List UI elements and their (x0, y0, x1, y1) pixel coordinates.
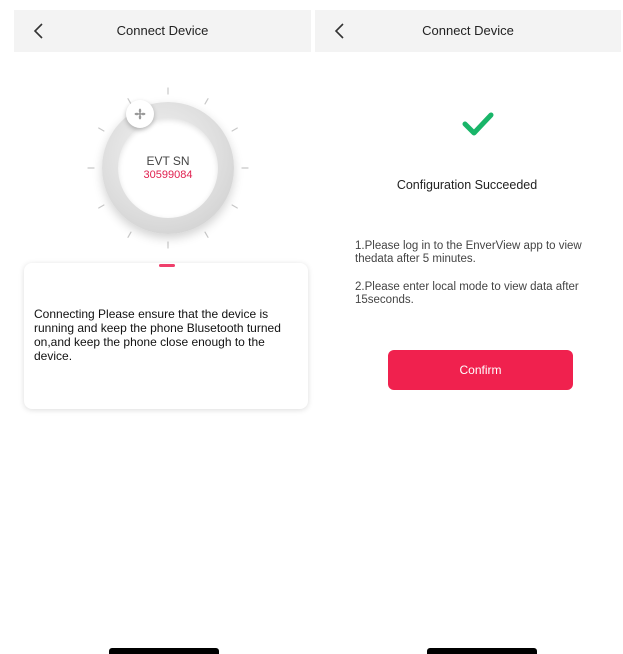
success-title: Configuration Succeeded (396, 178, 538, 192)
confirm-button[interactable]: Confirm (388, 350, 573, 390)
page-title: Connect Device (422, 23, 514, 38)
instruction-1: 1.Please log in to the EnverView app to … (355, 240, 582, 265)
checkmark-icon (462, 112, 494, 136)
header-bar: Connect Device (14, 10, 311, 52)
page-title: Connect Device (116, 23, 209, 38)
device-dial: EVT SN 30599084 (80, 80, 256, 256)
device-label: EVT SN (146, 154, 190, 168)
home-indicator[interactable] (109, 648, 219, 654)
connecting-message: Connecting Please ensure that the device… (34, 307, 281, 363)
connecting-screen: Connect Device EVT SN 30599084 Connectin… (0, 0, 311, 654)
dial-tick (98, 127, 105, 132)
dial-tick (231, 127, 238, 132)
dial-tick (204, 98, 209, 105)
fan-icon (134, 108, 146, 120)
connecting-info-card: Connecting Please ensure that the device… (24, 263, 308, 409)
dial-knob (126, 100, 154, 128)
header-bar: Connect Device (315, 10, 621, 52)
home-indicator[interactable] (427, 648, 537, 654)
success-screen: Connect Device Configuration Succeeded 1… (311, 0, 623, 654)
dial-tick (98, 204, 105, 209)
dial-tick (127, 231, 132, 238)
dial-tick (204, 231, 209, 238)
dial-inner-face (118, 118, 218, 218)
progress-indicator (159, 264, 175, 267)
dial-tick (231, 204, 238, 209)
instruction-2: 2.Please enter local mode to view data a… (355, 281, 579, 306)
device-serial: 30599084 (143, 169, 193, 181)
